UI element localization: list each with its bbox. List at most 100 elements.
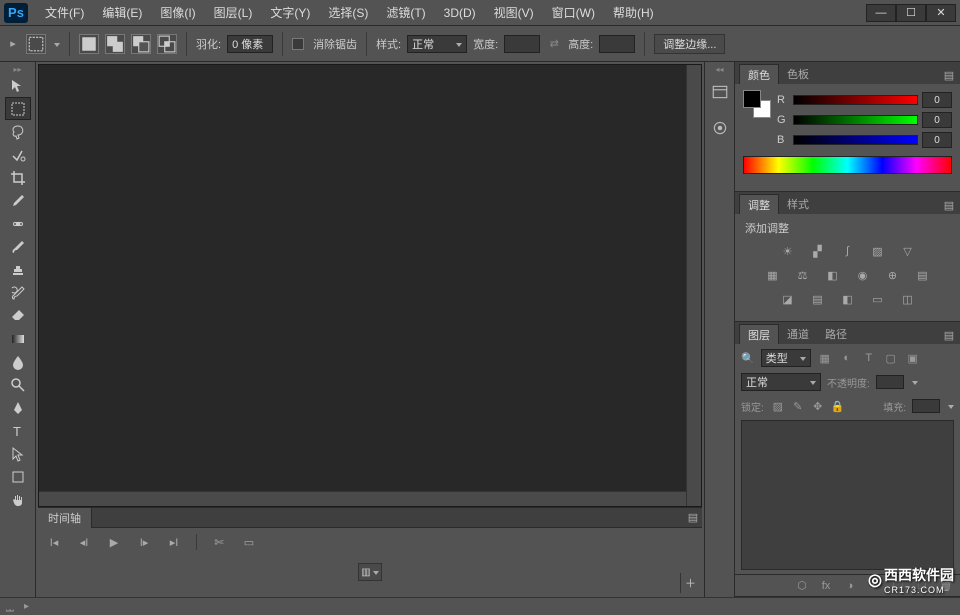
adj-colorlut-icon[interactable]: ▤ <box>913 266 933 284</box>
link-layers-icon[interactable]: ⬡ <box>794 578 810 594</box>
menu-view[interactable]: 视图(V) <box>485 0 543 26</box>
style-dropdown[interactable]: 正常 <box>407 35 467 53</box>
tab-adjustments[interactable]: 调整 <box>739 194 779 214</box>
timeline-panel-menu-icon[interactable]: ▤ <box>684 509 702 527</box>
fill-chevron-icon[interactable] <box>946 400 954 412</box>
adj-brightness-icon[interactable]: ☀ <box>778 242 798 260</box>
timeline-play-icon[interactable]: ▶ <box>106 534 122 550</box>
g-value[interactable]: 0 <box>922 112 952 128</box>
status-zoom[interactable]: ⎵⎵ <box>6 601 14 612</box>
history-panel-icon[interactable] <box>708 80 732 104</box>
tab-channels[interactable]: 通道 <box>779 324 817 344</box>
canvas-scroll-vertical[interactable] <box>686 65 701 506</box>
g-slider[interactable] <box>793 115 918 125</box>
menu-layer[interactable]: 图层(L) <box>205 0 262 26</box>
color-spectrum[interactable] <box>743 156 952 174</box>
blend-mode-dropdown[interactable]: 正常 <box>741 373 821 391</box>
layer-fx-icon[interactable]: fx <box>818 578 834 594</box>
tab-paths[interactable]: 路径 <box>817 324 855 344</box>
timeline-last-frame-icon[interactable]: ▸I <box>166 534 182 550</box>
layers-panel-menu-icon[interactable]: ▤ <box>940 326 958 344</box>
adj-threshold-icon[interactable]: ◧ <box>838 290 858 308</box>
r-slider[interactable] <box>793 95 918 105</box>
timeline-first-frame-icon[interactable]: I◂ <box>46 534 62 550</box>
filter-adjust-icon[interactable]: ◐ <box>839 350 855 366</box>
status-doc[interactable]: ▸ <box>24 601 29 612</box>
adj-levels-icon[interactable]: ▞ <box>808 242 828 260</box>
adj-hue-icon[interactable]: ▦ <box>763 266 783 284</box>
timeline-prev-frame-icon[interactable]: ◂I <box>76 534 92 550</box>
selection-subtract-icon[interactable] <box>131 34 151 54</box>
tool-rect-marquee[interactable] <box>5 97 31 120</box>
height-input[interactable] <box>599 35 635 53</box>
adj-colorbal-icon[interactable]: ⚖ <box>793 266 813 284</box>
menu-select[interactable]: 选择(S) <box>319 0 377 26</box>
menu-filter[interactable]: 滤镜(T) <box>377 0 434 26</box>
adj-invert-icon[interactable]: ◪ <box>778 290 798 308</box>
width-input[interactable] <box>504 35 540 53</box>
canvas-scroll-horizontal[interactable] <box>39 491 686 506</box>
adjust-panel-menu-icon[interactable]: ▤ <box>940 196 958 214</box>
window-minimize-button[interactable]: — <box>866 4 896 22</box>
refine-edge-button[interactable]: 调整边缘... <box>654 34 725 54</box>
lock-pos-icon[interactable]: ✥ <box>810 398 826 414</box>
adj-posterize-icon[interactable]: ▤ <box>808 290 828 308</box>
adj-exposure-icon[interactable]: ▨ <box>868 242 888 260</box>
tool-eraser[interactable] <box>5 304 31 327</box>
menu-image[interactable]: 图像(I) <box>151 0 204 26</box>
timeline-split-icon[interactable]: ✄ <box>211 534 227 550</box>
adj-selective-icon[interactable]: ◫ <box>898 290 918 308</box>
tool-preset-chevron-icon[interactable] <box>52 38 60 50</box>
filter-shape-icon[interactable]: ▢ <box>883 350 899 366</box>
selection-intersect-icon[interactable] <box>157 34 177 54</box>
tab-color[interactable]: 颜色 <box>739 64 779 84</box>
tool-gradient[interactable] <box>5 327 31 350</box>
menu-help[interactable]: 帮助(H) <box>604 0 663 26</box>
filter-pixel-icon[interactable]: ▦ <box>817 350 833 366</box>
selection-add-icon[interactable] <box>105 34 125 54</box>
lock-paint-icon[interactable]: ✎ <box>790 398 806 414</box>
antialias-checkbox[interactable] <box>292 38 304 50</box>
tool-clone-stamp[interactable] <box>5 258 31 281</box>
filter-type-icon[interactable]: T <box>861 350 877 366</box>
opacity-chevron-icon[interactable] <box>910 376 918 388</box>
layers-list[interactable] <box>741 420 954 570</box>
timeline-add-icon[interactable]: ＋ <box>680 573 700 593</box>
layer-kind-dropdown[interactable]: 类型 <box>761 349 811 367</box>
tool-quick-select[interactable] <box>5 143 31 166</box>
lock-all-icon[interactable]: 🔒 <box>830 398 846 414</box>
tool-move[interactable] <box>5 74 31 97</box>
menu-3d[interactable]: 3D(D) <box>435 0 485 26</box>
tool-type[interactable]: T <box>5 419 31 442</box>
tab-timeline[interactable]: 时间轴 <box>38 508 92 528</box>
timeline-transition-icon[interactable]: ▭ <box>241 534 257 550</box>
b-slider[interactable] <box>793 135 918 145</box>
canvas[interactable] <box>38 64 702 507</box>
tool-pen[interactable] <box>5 396 31 419</box>
adj-gradmap-icon[interactable]: ▭ <box>868 290 888 308</box>
feather-input[interactable] <box>227 35 273 53</box>
swap-wh-icon[interactable]: ⇄ <box>546 37 562 50</box>
menu-edit[interactable]: 编辑(E) <box>93 0 151 26</box>
layer-mask-icon[interactable]: ◑ <box>842 578 858 594</box>
timeline-next-frame-icon[interactable]: I▸ <box>136 534 152 550</box>
tab-layers[interactable]: 图层 <box>739 324 779 344</box>
tab-swatches[interactable]: 色板 <box>779 64 817 84</box>
adj-curves-icon[interactable]: ∫ <box>838 242 858 260</box>
timeline-create-button[interactable]: ▥ <box>358 563 382 581</box>
options-bar-handle[interactable]: ▸ <box>6 37 20 51</box>
tool-eyedropper[interactable] <box>5 189 31 212</box>
window-close-button[interactable]: ✕ <box>926 4 956 22</box>
fg-swatch[interactable] <box>743 90 761 108</box>
window-maximize-button[interactable]: ☐ <box>896 4 926 22</box>
tool-preset-icon[interactable] <box>26 34 46 54</box>
tool-history-brush[interactable] <box>5 281 31 304</box>
tool-healing-brush[interactable] <box>5 212 31 235</box>
icon-strip-handle[interactable]: ◂◂ <box>705 64 734 74</box>
tool-path-select[interactable] <box>5 442 31 465</box>
menu-window[interactable]: 窗口(W) <box>543 0 604 26</box>
menu-file[interactable]: 文件(F) <box>36 0 93 26</box>
toolbox-collapse-handle[interactable]: ▸▸ <box>0 64 35 74</box>
adj-photofilter-icon[interactable]: ◉ <box>853 266 873 284</box>
r-value[interactable]: 0 <box>922 92 952 108</box>
